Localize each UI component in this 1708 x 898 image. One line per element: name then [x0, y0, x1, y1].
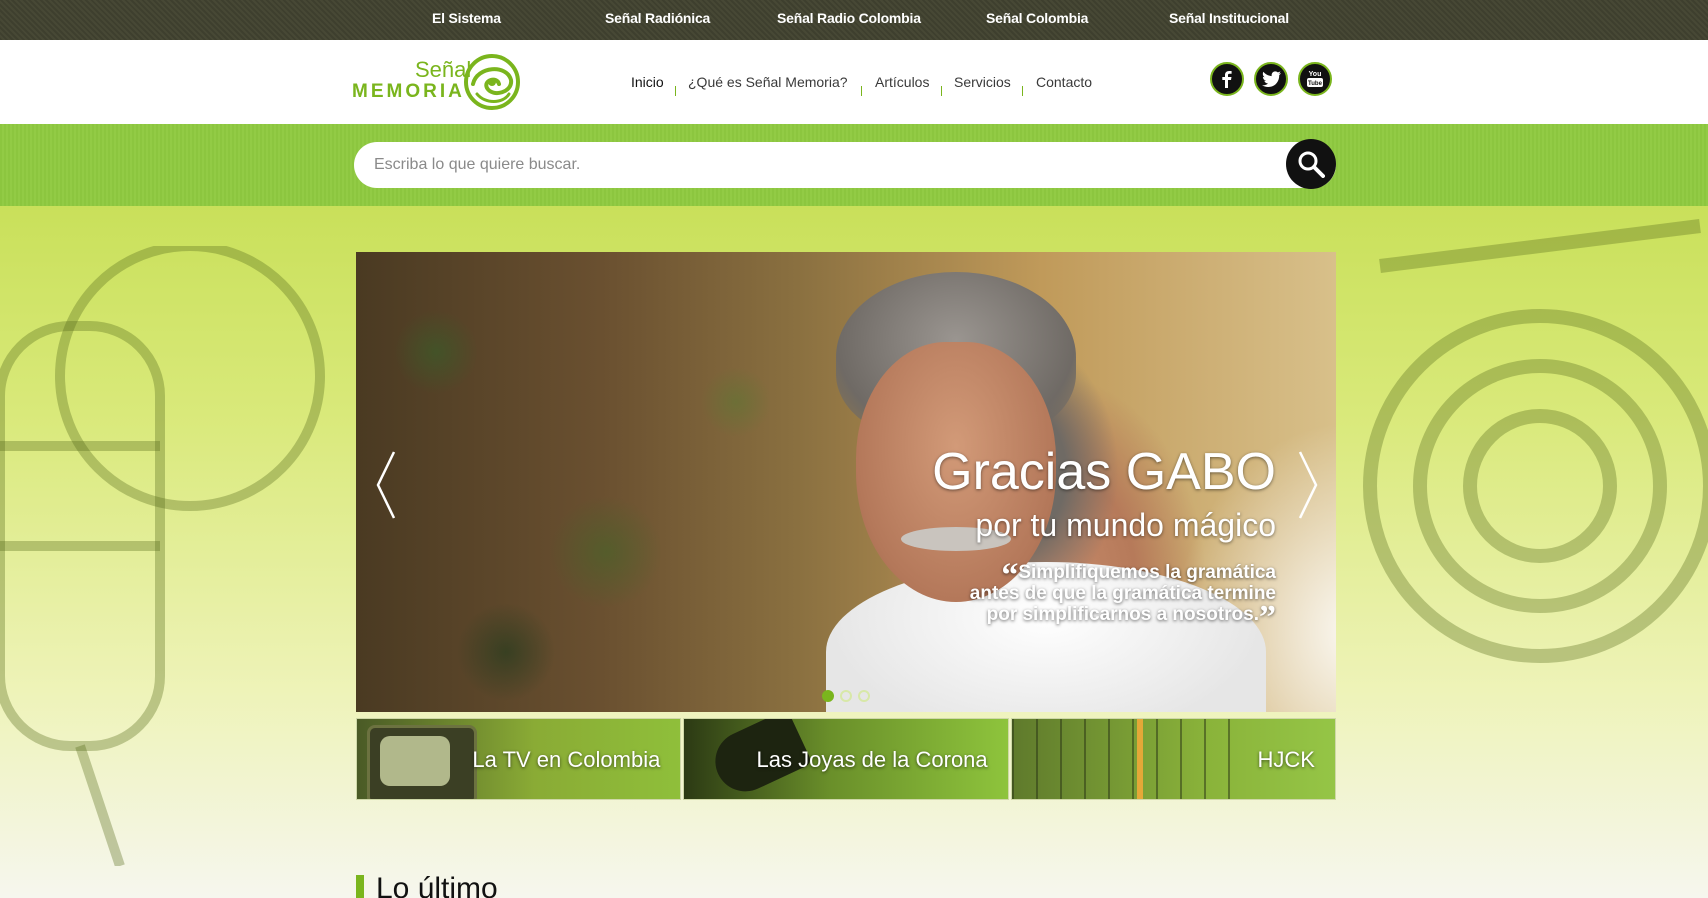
nav-separator: [1022, 86, 1023, 96]
youtube-button[interactable]: You Tube: [1298, 62, 1332, 96]
facebook-icon: [1222, 71, 1232, 88]
search-band: [0, 124, 1708, 206]
tile-label: HJCK: [1257, 747, 1315, 772]
quote-line: antes de que la gramática termine: [969, 583, 1276, 604]
search-input[interactable]: [354, 142, 1336, 188]
nav-item-contacto[interactable]: Contacto: [1036, 74, 1092, 90]
nav-separator: [675, 86, 676, 96]
slide-subheadline: por tu mundo mágico: [975, 507, 1276, 543]
feature-tiles: La TV en Colombia Las Joyas de la Corona…: [356, 718, 1336, 800]
section-title: Lo último: [376, 872, 498, 898]
facebook-button[interactable]: [1210, 62, 1244, 96]
twitter-button[interactable]: [1254, 62, 1288, 96]
radio-needle-icon: [1136, 719, 1143, 799]
television-icon: [367, 725, 477, 799]
tile-las-joyas-de-la-corona[interactable]: Las Joyas de la Corona: [683, 718, 1009, 800]
senal-memoria-logo[interactable]: Señal MEMORIA: [352, 54, 522, 112]
section-accent-bar: [356, 875, 364, 898]
logo-text-memoria: MEMORIA: [352, 81, 465, 102]
slide-background-foliage: [356, 252, 856, 712]
tile-label: La TV en Colombia: [472, 747, 661, 772]
quote-line: Simplifiquemos la gramática: [1018, 562, 1276, 583]
nav-separator: [941, 86, 942, 96]
tile-label: Las Joyas de la Corona: [756, 747, 988, 772]
logo-swirl-icon: [464, 54, 520, 110]
radio-dial-icon: [1011, 719, 1232, 799]
slide-headline: Gracias GABO: [932, 443, 1276, 501]
topbar-link-senal-radio-colombia[interactable]: Señal Radio Colombia: [777, 10, 921, 26]
site-header: Señal MEMORIA Inicio ¿Qué es Señal Memor…: [0, 40, 1708, 124]
quote-line: por simplificarnos a nosotros.: [986, 604, 1259, 625]
topbar-link-senal-colombia[interactable]: Señal Colombia: [986, 10, 1088, 26]
slider-dot[interactable]: [822, 690, 834, 702]
microphone-illustration: [0, 246, 325, 866]
hero-slider: Gracias GABO por tu mundo mágico “Simpli…: [356, 252, 1336, 712]
youtube-icon: You Tube: [1307, 71, 1323, 87]
search-icon: [1298, 151, 1325, 178]
slider-prev-arrow-icon[interactable]: [374, 450, 398, 520]
camera-lens-illustration: [1363, 219, 1708, 663]
tile-la-tv-en-colombia[interactable]: La TV en Colombia: [356, 718, 682, 800]
nav-item-articulos[interactable]: Artículos: [875, 74, 929, 90]
tile-hjck[interactable]: HJCK: [1010, 718, 1336, 800]
slider-dot[interactable]: [840, 690, 852, 702]
twitter-icon: [1262, 71, 1281, 87]
system-bar: El Sistema Señal Radiónica Señal Radio C…: [0, 0, 1708, 40]
section-header: Lo último: [356, 872, 498, 898]
quote-close-icon: ”: [1259, 599, 1276, 636]
topbar-link-senal-radionica[interactable]: Señal Radiónica: [605, 10, 710, 26]
nav-separator: [861, 86, 862, 96]
nav-item-servicios[interactable]: Servicios: [954, 74, 1011, 90]
search-button[interactable]: [1286, 139, 1336, 189]
nav-item-que-es[interactable]: ¿Qué es Señal Memoria?: [688, 74, 848, 90]
slider-pagination: [822, 690, 870, 702]
slide-quote: “Simplifiquemos la gramática antes de qu…: [969, 559, 1276, 635]
slider-next-arrow-icon[interactable]: [1296, 450, 1320, 520]
svg-text:You: You: [1309, 71, 1322, 78]
slider-dot[interactable]: [858, 690, 870, 702]
svg-text:Tube: Tube: [1308, 81, 1323, 87]
topbar-link-el-sistema[interactable]: El Sistema: [432, 10, 501, 26]
topbar-link-senal-institucional[interactable]: Señal Institucional: [1169, 10, 1289, 26]
nav-item-inicio[interactable]: Inicio: [631, 74, 664, 90]
